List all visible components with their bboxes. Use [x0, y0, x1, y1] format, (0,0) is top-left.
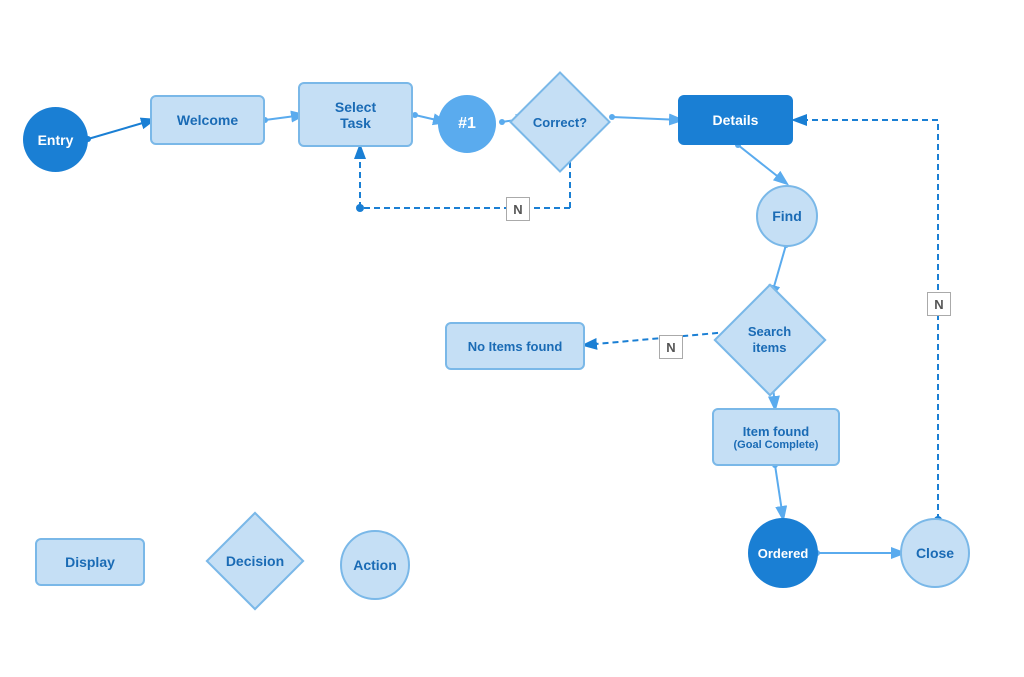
select-task-node[interactable]: SelectTask — [298, 82, 413, 147]
n-badge-close: N — [927, 292, 951, 316]
step1-node[interactable]: #1 — [438, 95, 496, 153]
no-items-node[interactable]: No Items found — [445, 322, 585, 370]
legend-display: Display — [35, 538, 145, 586]
legend-decision: Decision — [200, 518, 310, 603]
diagram-container: N N N Entry Welcome SelectTask #1 Correc… — [0, 0, 1024, 677]
item-found-node[interactable]: Item found (Goal Complete) — [712, 408, 840, 466]
entry-node[interactable]: Entry — [23, 107, 88, 172]
close-node[interactable]: Close — [900, 518, 970, 588]
find-node[interactable]: Find — [756, 185, 818, 247]
n-badge-search: N — [659, 335, 683, 359]
ordered-node[interactable]: Ordered — [748, 518, 818, 588]
legend-action: Action — [340, 530, 410, 600]
correct-node[interactable]: Correct? — [520, 82, 600, 162]
n-badge-correct: N — [506, 197, 530, 221]
details-node[interactable]: Details — [678, 95, 793, 145]
search-items-node[interactable]: Searchitems — [722, 295, 817, 385]
welcome-node[interactable]: Welcome — [150, 95, 265, 145]
